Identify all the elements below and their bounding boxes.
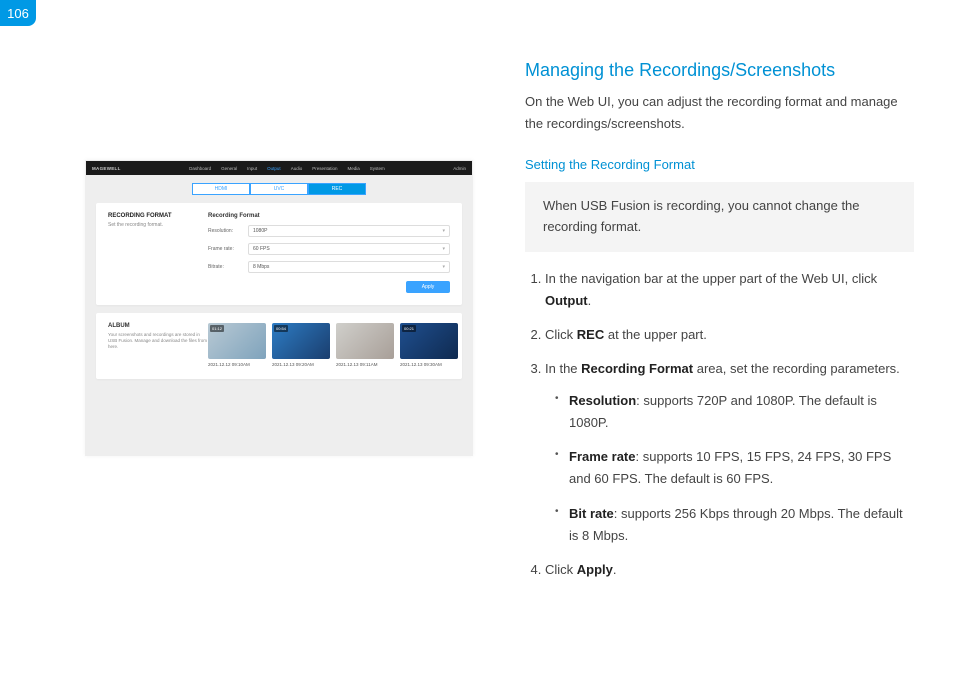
thumbnail-caption: 2021.12.13 09:20AM [272, 362, 330, 367]
chevron-down-icon: ▾ [442, 246, 445, 252]
step-3: In the Recording Format area, set the re… [545, 358, 914, 547]
tab-strip: HDMI UVC REC [96, 183, 462, 195]
admin-label: Admin [453, 166, 466, 171]
step-bold: REC [577, 327, 604, 342]
thumbnail: 01:12 2021.12.12 09:10AM [208, 323, 266, 367]
card-title: RECORDING FORMAT [108, 213, 208, 219]
tab-uvc: UVC [250, 183, 308, 195]
sub-framerate: Frame rate: supports 10 FPS, 15 FPS, 24 … [555, 446, 914, 490]
sub-bitrate: Bit rate: supports 256 Kbps through 20 M… [555, 503, 914, 547]
bitrate-label: Bitrate: [208, 264, 248, 270]
duration-badge: 00:54 [274, 325, 288, 332]
screenshot-body: HDMI UVC REC RECORDING FORMAT Set the re… [86, 175, 472, 455]
album-card: ALBUM Your screenshots and recordings ar… [96, 313, 462, 379]
recording-format-card: RECORDING FORMAT Set the recording forma… [96, 203, 462, 305]
screenshot-topbar: MAGEWELL Dashboard General Input Output … [86, 161, 472, 175]
note-box: When USB Fusion is recording, you cannot… [525, 182, 914, 252]
thumbnail: 00:21 2021.12.13 09:30AM [400, 323, 458, 367]
page-number-badge: 106 [0, 0, 36, 26]
bitrate-value: 8 Mbps [253, 264, 269, 270]
album-thumbnails: 01:12 2021.12.12 09:10AM 00:54 2021.12.1… [208, 323, 458, 367]
step-text: area, set the recording parameters. [693, 361, 900, 376]
step-text: Click [545, 327, 577, 342]
tab-rec: REC [308, 183, 366, 195]
apply-button: Apply [406, 281, 450, 293]
step-text: Click [545, 562, 577, 577]
resolution-select: 1080P ▾ [248, 225, 450, 237]
sub-resolution: Resolution: supports 720P and 1080P. The… [555, 390, 914, 434]
nav-general: General [221, 166, 237, 171]
chevron-down-icon: ▾ [442, 228, 445, 234]
nav-input: Input [247, 166, 257, 171]
page-title: Managing the Recordings/Screenshots [525, 60, 914, 81]
duration-badge: 01:12 [210, 325, 224, 332]
bitrate-select: 8 Mbps ▾ [248, 261, 450, 273]
step-text: . [613, 562, 617, 577]
nav-system: System [370, 166, 385, 171]
nav-presentation: Presentation [312, 166, 337, 171]
step-text: In the navigation bar at the upper part … [545, 271, 877, 286]
framerate-select: 60 FPS ▾ [248, 243, 450, 255]
sub-bold: Frame rate [569, 449, 635, 464]
album-title: ALBUM [108, 323, 208, 329]
thumbnail: 00:54 2021.12.13 09:20AM [272, 323, 330, 367]
step-text: . [588, 293, 592, 308]
thumbnail: 2021.12.13 09:11AM [336, 323, 394, 367]
intro-text: On the Web UI, you can adjust the record… [525, 91, 914, 135]
nav-media: Media [347, 166, 359, 171]
brand-logo: MAGEWELL [92, 166, 121, 171]
nav-items: Dashboard General Input Output Audio Pre… [189, 166, 385, 171]
step-4: Click Apply. [545, 559, 914, 581]
nav-output: Output [267, 166, 281, 171]
step-text: at the upper part. [604, 327, 707, 342]
resolution-label: Resolution: [208, 228, 248, 234]
chevron-down-icon: ▾ [442, 264, 445, 270]
webui-screenshot: MAGEWELL Dashboard General Input Output … [85, 160, 473, 456]
card-subtitle: Set the recording format. [108, 222, 208, 228]
screenshot-column: MAGEWELL Dashboard General Input Output … [85, 60, 475, 593]
resolution-value: 1080P [253, 228, 267, 234]
nav-dashboard: Dashboard [189, 166, 211, 171]
thumbnail-caption: 2021.12.13 09:11AM [336, 362, 394, 367]
framerate-label: Frame rate: [208, 246, 248, 252]
album-subtitle: Your screenshots and recordings are stor… [108, 332, 208, 350]
step-bold: Output [545, 293, 588, 308]
step-2: Click REC at the upper part. [545, 324, 914, 346]
framerate-value: 60 FPS [253, 246, 270, 252]
step-text: In the [545, 361, 581, 376]
thumbnail-caption: 2021.12.12 09:10AM [208, 362, 266, 367]
recording-format-heading: Recording Format [208, 213, 450, 219]
step-1: In the navigation bar at the upper part … [545, 268, 914, 312]
sub-bold: Bit rate [569, 506, 614, 521]
step-bold: Recording Format [581, 361, 693, 376]
section-heading: Setting the Recording Format [525, 157, 914, 172]
content-column: Managing the Recordings/Screenshots On t… [525, 60, 914, 593]
nav-audio: Audio [291, 166, 303, 171]
duration-badge: 00:21 [402, 325, 416, 332]
tab-hdmi: HDMI [192, 183, 250, 195]
step-bold: Apply [577, 562, 613, 577]
steps-list: In the navigation bar at the upper part … [525, 268, 914, 581]
sub-list: Resolution: supports 720P and 1080P. The… [545, 390, 914, 547]
thumbnail-caption: 2021.12.13 09:30AM [400, 362, 458, 367]
sub-text: : supports 256 Kbps through 20 Mbps. The… [569, 506, 903, 543]
sub-bold: Resolution [569, 393, 636, 408]
